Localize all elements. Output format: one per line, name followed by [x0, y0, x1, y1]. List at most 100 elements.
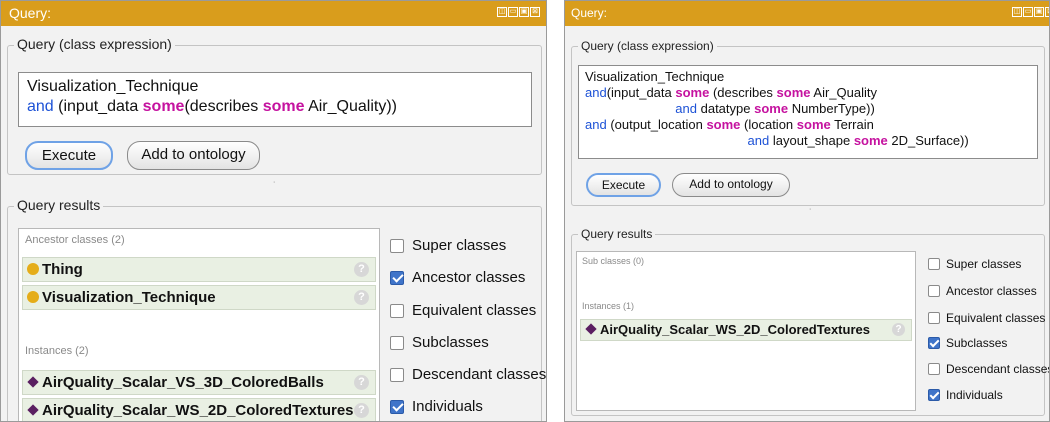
option-label: Super classes: [946, 257, 1022, 271]
equivalent-classes-checkbox[interactable]: [390, 303, 404, 318]
query-text: datatype: [697, 101, 755, 116]
keyword-and: and: [585, 85, 607, 100]
keyword-and: and: [675, 101, 697, 116]
help-icon[interactable]: ?: [354, 403, 369, 418]
option-label: Ancestor classes: [412, 269, 526, 286]
query-text: Air_Quality: [810, 85, 877, 100]
splitter-grip-icon[interactable]: ˙: [809, 208, 812, 219]
window-controls: ◫ ▭ ▣ ⊠: [497, 7, 540, 17]
query-groupbox: Query (class expression) Visualization_T…: [7, 36, 542, 175]
query-text: (location: [740, 117, 797, 132]
super-classes-checkbox[interactable]: [390, 238, 404, 253]
split-view-icon[interactable]: ◫: [497, 7, 507, 17]
ancestor-classes-header: Ancestor classes (2): [25, 234, 125, 246]
ancestor-classes-checkbox[interactable]: [928, 285, 940, 297]
splitter-grip-icon[interactable]: ˙: [273, 181, 276, 192]
option-label: Descendant classes: [412, 366, 547, 383]
class-dot-icon: [27, 263, 39, 275]
keyword-some: some: [853, 133, 888, 148]
query-groupbox: Query (class expression) Visualization_T…: [571, 39, 1045, 206]
option-subclasses[interactable]: Subclasses: [928, 336, 1007, 350]
subclasses-checkbox[interactable]: [390, 335, 404, 350]
keyword-and: and: [27, 98, 54, 115]
execute-button[interactable]: Execute: [25, 141, 113, 170]
split-view-icon[interactable]: ◫: [1012, 7, 1022, 17]
option-descendant-classes[interactable]: Descendant classes: [390, 366, 546, 383]
instances-header: Instances (1): [582, 301, 635, 311]
maximize-icon[interactable]: ▣: [1034, 7, 1044, 17]
close-icon[interactable]: ⊠: [1045, 7, 1049, 17]
individual-name: AirQuality_Scalar_VS_3D_ColoredBalls: [42, 374, 324, 391]
keyword-some: some: [776, 85, 811, 100]
option-super-classes[interactable]: Super classes: [928, 257, 1021, 271]
help-icon[interactable]: ?: [892, 323, 905, 336]
class-dot-icon: [27, 291, 39, 303]
option-descendant-classes[interactable]: Descendant classes: [928, 362, 1049, 376]
option-subclasses[interactable]: Subclasses: [390, 334, 489, 351]
execute-button[interactable]: Execute: [586, 173, 661, 197]
option-ancestor-classes[interactable]: Ancestor classes: [390, 269, 525, 286]
option-label: Individuals: [412, 398, 483, 415]
option-label: Individuals: [946, 388, 1003, 402]
results-groupbox: Query results Sub classes (0) Instances …: [571, 227, 1049, 416]
individuals-checkbox[interactable]: [390, 399, 404, 414]
individual-row[interactable]: AirQuality_Scalar_WS_2D_ColoredTextures …: [22, 398, 376, 421]
option-label: Equivalent classes: [946, 311, 1046, 325]
individual-diamond-icon: [585, 323, 597, 335]
query-text: (input_data: [606, 85, 676, 100]
query-text: (describes: [184, 98, 263, 115]
super-classes-checkbox[interactable]: [928, 258, 940, 270]
query-text: 2D_Surface)): [887, 133, 969, 148]
option-label: Equivalent classes: [412, 302, 537, 319]
individual-diamond-icon: [27, 376, 39, 388]
panel-titlebar: Query: ◫ ▭ ▣ ⊠: [565, 1, 1049, 26]
instances-header: Instances (2): [25, 345, 89, 357]
minimize-icon[interactable]: ▭: [508, 7, 518, 17]
keyword-some: some: [675, 85, 710, 100]
close-icon[interactable]: ⊠: [530, 7, 540, 17]
class-name: Thing: [42, 261, 83, 278]
individual-row[interactable]: AirQuality_Scalar_VS_3D_ColoredBalls ?: [22, 370, 376, 395]
help-icon[interactable]: ?: [354, 375, 369, 390]
individuals-checkbox[interactable]: [928, 389, 940, 401]
results-list[interactable]: Ancestor classes (2) Thing ? Visualizati…: [18, 228, 380, 421]
individual-row[interactable]: AirQuality_Scalar_WS_2D_ColoredTextures …: [580, 319, 912, 341]
class-row-thing[interactable]: Thing ?: [22, 257, 376, 282]
query-text: layout_shape: [769, 133, 854, 148]
maximize-icon[interactable]: ▣: [519, 7, 529, 17]
subclasses-checkbox[interactable]: [928, 337, 940, 349]
keyword-some: some: [142, 98, 185, 115]
help-icon[interactable]: ?: [354, 290, 369, 305]
descendant-classes-checkbox[interactable]: [390, 367, 404, 382]
results-group-label: Query results: [578, 227, 656, 241]
keyword-some: some: [796, 117, 831, 132]
option-individuals[interactable]: Individuals: [928, 388, 1003, 402]
descendant-classes-checkbox[interactable]: [928, 363, 940, 375]
option-ancestor-classes[interactable]: Ancestor classes: [928, 284, 1037, 298]
option-super-classes[interactable]: Super classes: [390, 237, 506, 254]
add-to-ontology-button[interactable]: Add to ontology: [127, 141, 260, 170]
keyword-and: and: [747, 133, 770, 148]
ancestor-classes-checkbox[interactable]: [390, 270, 404, 285]
individual-name: AirQuality_Scalar_WS_2D_ColoredTextures: [600, 322, 870, 337]
minimize-icon[interactable]: ▭: [1023, 7, 1033, 17]
equivalent-classes-checkbox[interactable]: [928, 312, 940, 324]
results-list[interactable]: Sub classes (0) Instances (1) AirQuality…: [576, 251, 916, 411]
results-group-label: Query results: [14, 197, 104, 213]
class-row-visualization-technique[interactable]: Visualization_Technique ?: [22, 285, 376, 310]
option-individuals[interactable]: Individuals: [390, 398, 483, 415]
help-icon[interactable]: ?: [354, 262, 369, 277]
option-label: Subclasses: [946, 336, 1008, 350]
query-text: Air_Quality)): [304, 98, 397, 115]
option-equivalent-classes[interactable]: Equivalent classes: [928, 311, 1045, 325]
subclasses-header: Sub classes (0): [582, 256, 645, 266]
panel-title: Query:: [9, 5, 52, 21]
keyword-some: some: [754, 101, 789, 116]
class-expression-editor[interactable]: Visualization_Technique and (input_data …: [18, 72, 532, 127]
class-expression-editor[interactable]: Visualization_Technique and(input_data s…: [578, 65, 1038, 159]
keyword-some: some: [706, 117, 741, 132]
panel-title: Query:: [571, 6, 608, 20]
option-equivalent-classes[interactable]: Equivalent classes: [390, 302, 536, 319]
add-to-ontology-button[interactable]: Add to ontology: [672, 173, 790, 197]
results-groupbox: Query results Ancestor classes (2) Thing…: [7, 197, 546, 421]
